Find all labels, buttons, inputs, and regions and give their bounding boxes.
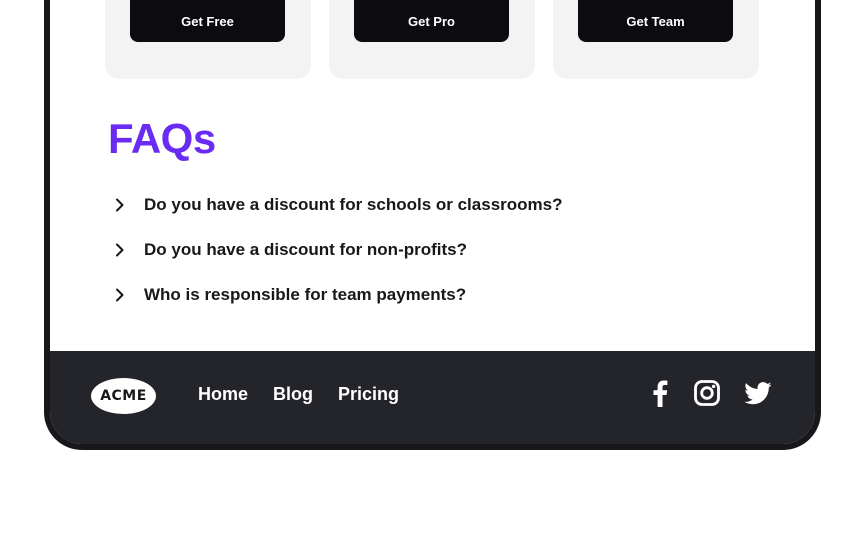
site-footer: ACME Home Blog Pricing: [50, 351, 815, 444]
get-team-button[interactable]: Get Team: [578, 0, 733, 42]
faq-item[interactable]: Do you have a discount for non-profits?: [108, 227, 562, 272]
faq-question: Do you have a discount for schools or cl…: [144, 194, 563, 214]
pricing-card-pro: Get Pro: [329, 0, 535, 79]
twitter-icon[interactable]: [742, 378, 774, 408]
chevron-right-icon: [108, 238, 132, 262]
faq-heading: FAQs: [108, 115, 216, 162]
faq-question: Do you have a discount for non-profits?: [144, 239, 467, 259]
device-frame: Get Free Get Pro Get Team FAQs Do you ha…: [44, 0, 821, 450]
nav-link-pricing[interactable]: Pricing: [338, 384, 399, 405]
faq-question: Who is responsible for team payments?: [144, 284, 467, 304]
logo-wordmark: ACME: [100, 388, 147, 404]
pricing-card-team: Get Team: [553, 0, 759, 79]
get-pro-button[interactable]: Get Pro: [354, 0, 509, 42]
faq-item[interactable]: Do you have a discount for schools or cl…: [108, 182, 562, 227]
faq-list: Do you have a discount for schools or cl…: [108, 182, 562, 317]
facebook-icon[interactable]: [648, 378, 672, 408]
page-viewport: Get Free Get Pro Get Team FAQs Do you ha…: [50, 0, 815, 444]
chevron-right-icon: [108, 193, 132, 217]
pricing-card-free: Get Free: [105, 0, 311, 79]
footer-nav: Home Blog Pricing: [198, 384, 399, 405]
chevron-right-icon: [108, 283, 132, 307]
acme-logo[interactable]: ACME: [91, 378, 156, 414]
get-free-button[interactable]: Get Free: [130, 0, 285, 42]
faq-item[interactable]: Who is responsible for team payments?: [108, 272, 562, 317]
instagram-icon[interactable]: [692, 378, 722, 408]
nav-link-blog[interactable]: Blog: [273, 384, 313, 405]
nav-link-home[interactable]: Home: [198, 384, 248, 405]
